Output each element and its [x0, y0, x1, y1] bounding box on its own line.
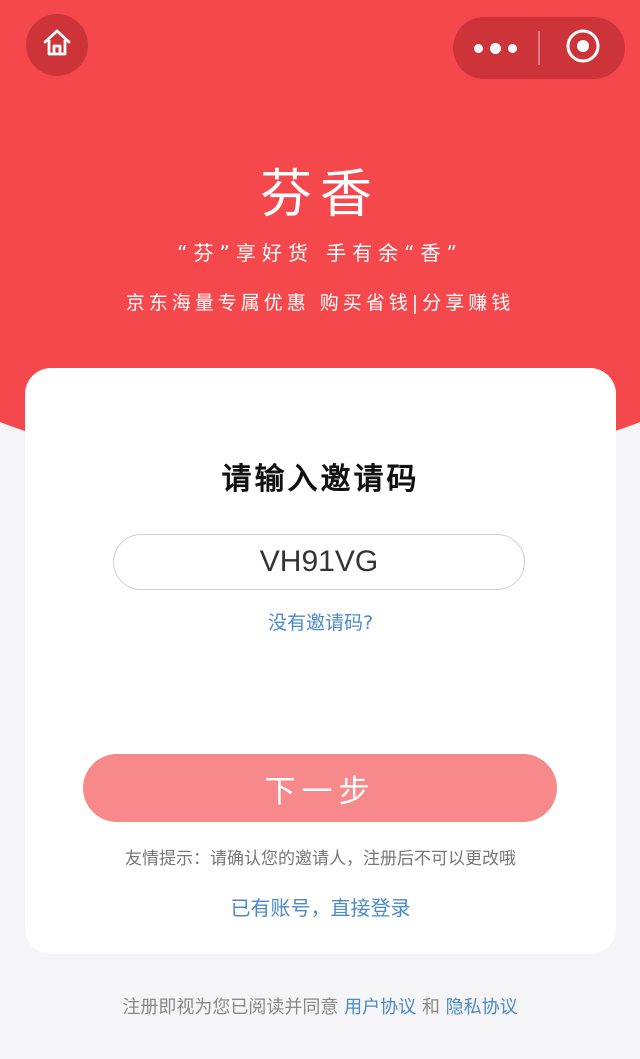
agreement-footer: 注册即视为您已阅读并同意 用户协议 和 隐私协议: [0, 993, 640, 1019]
privacy-agreement-link[interactable]: 隐私协议: [446, 997, 518, 1018]
mini-program-capsule: [453, 17, 625, 79]
home-icon: [41, 27, 73, 63]
target-icon: [565, 28, 601, 68]
tip-text: 友情提示：请确认您的邀请人，注册后不可以更改哦: [125, 849, 516, 869]
brand-title: 芬香: [259, 165, 380, 225]
login-link[interactable]: 已有账号，直接登录: [25, 892, 616, 921]
user-agreement-link[interactable]: 用户协议: [344, 997, 416, 1018]
more-dots-icon: [474, 43, 483, 53]
invite-code-input[interactable]: [113, 534, 525, 590]
next-step-button[interactable]: 下一步: [83, 754, 557, 822]
agreement-and: 和: [416, 997, 446, 1018]
more-dots-icon: [490, 42, 501, 54]
close-button[interactable]: [540, 17, 625, 79]
brand-slogan: “芬”享好货 手有余“香”: [177, 241, 463, 265]
invite-card: 请输入邀请码 没有邀请码? 下一步 友情提示：请确认您的邀请人，注册后不可以更改…: [25, 368, 616, 954]
more-dots-icon: [508, 43, 517, 53]
card-title: 请输入邀请码: [221, 462, 420, 497]
brand-subslogan: 京东海量专属优惠 购买省钱|分享赚钱: [125, 292, 515, 314]
no-invite-code-link[interactable]: 没有邀请码?: [25, 608, 616, 635]
page: 芬香 “芬”享好货 手有余“香” 京东海量专属优惠 购买省钱|分享赚钱 请输入邀…: [0, 0, 640, 1059]
agreement-prefix: 注册即视为您已阅读并同意: [122, 997, 345, 1018]
more-button[interactable]: [453, 17, 538, 79]
home-button[interactable]: [26, 14, 88, 76]
